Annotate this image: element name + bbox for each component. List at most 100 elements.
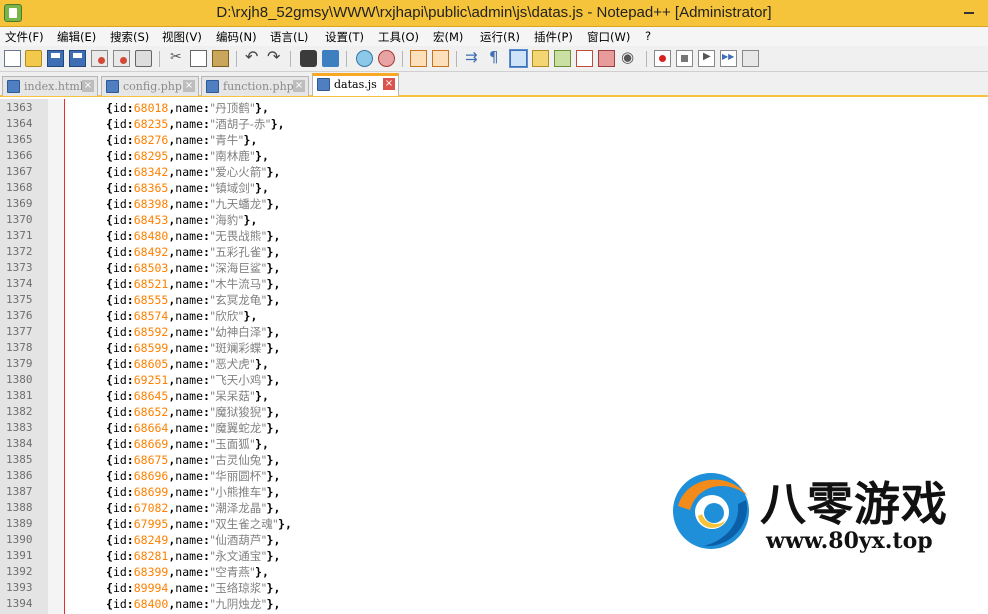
tab-close-icon[interactable]: × [183, 80, 195, 92]
sync-vertical-icon[interactable] [410, 50, 427, 67]
tab-close-icon[interactable]: × [293, 80, 305, 92]
code-line[interactable]: 1366 {id:68295,name:"南林鹿"}, [0, 148, 988, 164]
code-line[interactable]: 1393 {id:89994,name:"玉络琼浆"}, [0, 580, 988, 596]
line-number: 1388 [6, 501, 33, 514]
monitoring-icon[interactable] [620, 48, 637, 67]
code-line[interactable]: 1369 {id:68398,name:"九天蟠龙"}, [0, 196, 988, 212]
user-defined-language-icon[interactable] [532, 50, 549, 67]
menu-item-9[interactable]: 运行(R) [480, 29, 520, 45]
new-file-icon[interactable] [4, 50, 21, 67]
item-id-value: 68249 [133, 533, 169, 547]
code-line[interactable]: 1384 {id:68669,name:"玉面狐"}, [0, 436, 988, 452]
code-line[interactable]: 1376 {id:68574,name:"欣欣"}, [0, 308, 988, 324]
open-file-icon[interactable] [25, 50, 42, 67]
tab-close-icon[interactable]: × [82, 80, 94, 92]
function-list-icon[interactable] [576, 50, 593, 67]
close-all-icon[interactable] [113, 50, 130, 67]
code-line[interactable]: 1372 {id:68492,name:"五彩孔雀"}, [0, 244, 988, 260]
syntax-token: { [106, 501, 113, 515]
save-all-icon[interactable] [69, 50, 86, 67]
minimize-button[interactable] [958, 4, 980, 22]
syntax-token: { [106, 117, 113, 131]
replace-icon[interactable] [322, 50, 339, 67]
code-line[interactable]: 1377 {id:68592,name:"幼神白泽"}, [0, 324, 988, 340]
menu-item-6[interactable]: 设置(T) [325, 29, 364, 45]
code-line[interactable]: 1371 {id:68480,name:"无畏战熊"}, [0, 228, 988, 244]
syntax-token: name [175, 101, 203, 115]
stop-recording-icon[interactable] [676, 50, 693, 67]
item-name-value: 五彩孔雀 [215, 245, 262, 259]
code-line[interactable]: 1392 {id:68399,name:"空青燕"}, [0, 564, 988, 580]
syntax-token: : [203, 389, 210, 403]
item-name-value: 仙酒葫芦 [215, 533, 262, 547]
syntax-token: name [175, 197, 203, 211]
paste-icon[interactable] [212, 50, 229, 67]
code-line[interactable]: 1383 {id:68664,name:"魔翼蛇龙"}, [0, 420, 988, 436]
folder-as-workspace-icon[interactable] [598, 50, 615, 67]
code-text: {id:68398,name:"九天蟠龙"}, [106, 196, 280, 212]
save-macro-icon[interactable] [742, 50, 759, 67]
code-line[interactable]: 1367 {id:68342,name:"爱心火箭"}, [0, 164, 988, 180]
show-all-chars-icon[interactable] [486, 48, 503, 67]
code-line[interactable]: 1379 {id:68605,name:"恶犬虎"}, [0, 356, 988, 372]
tab-function-php[interactable]: function.php × [201, 76, 309, 96]
tab-datas-js[interactable]: datas.js × [312, 73, 399, 96]
code-line[interactable]: 1378 {id:68599,name:"斑斓彩蝶"}, [0, 340, 988, 356]
indent-guide-icon[interactable] [509, 49, 528, 68]
syntax-token: { [106, 213, 113, 227]
menu-item-1[interactable]: 编辑(E) [57, 29, 96, 45]
syntax-token: : [126, 117, 134, 131]
word-wrap-icon[interactable] [464, 48, 481, 67]
menu-item-12[interactable]: ? [645, 29, 651, 43]
syntax-token: { [106, 133, 113, 147]
code-text: {id:68281,name:"永文通宝"}, [106, 548, 280, 564]
cut-icon[interactable] [168, 49, 185, 67]
menu-item-2[interactable]: 搜索(S) [110, 29, 149, 45]
document-map-icon[interactable] [554, 50, 571, 67]
code-line[interactable]: 1380 {id:69251,name:"飞天小鸡"}, [0, 372, 988, 388]
code-text: {id:68453,name:"海豹"}, [106, 212, 257, 228]
menu-item-7[interactable]: 工具(O) [378, 29, 419, 45]
line-number: 1384 [6, 437, 33, 450]
zoom-in-icon[interactable] [356, 50, 373, 67]
code-line[interactable]: 1394 {id:68400,name:"九阴烛龙"}, [0, 596, 988, 612]
zoom-out-icon[interactable] [378, 50, 395, 67]
menu-item-8[interactable]: 宏(M) [433, 29, 463, 45]
undo-icon[interactable] [244, 47, 261, 67]
code-line[interactable]: 1364 {id:68235,name:"酒胡子-赤"}, [0, 116, 988, 132]
menu-item-0[interactable]: 文件(F) [5, 29, 44, 45]
code-line[interactable]: 1368 {id:68365,name:"镇域剑"}, [0, 180, 988, 196]
menu-item-4[interactable]: 编码(N) [216, 29, 257, 45]
record-macro-icon[interactable] [654, 50, 671, 67]
tab-index-html[interactable]: index.html × [2, 76, 98, 96]
close-icon[interactable] [91, 50, 108, 67]
menu-item-11[interactable]: 窗口(W) [587, 29, 630, 45]
copy-icon[interactable] [190, 50, 207, 67]
code-line[interactable]: 1375 {id:68555,name:"玄冥龙龟"}, [0, 292, 988, 308]
line-tail: }, [266, 261, 281, 275]
code-line[interactable]: 1382 {id:68652,name:"魔狱狻猊"}, [0, 404, 988, 420]
code-line[interactable]: 1381 {id:68645,name:"呆呆菇"}, [0, 388, 988, 404]
tab-config-php[interactable]: config.php × [101, 76, 199, 96]
toolbar-separator [346, 51, 347, 67]
find-icon[interactable] [300, 50, 317, 67]
code-line[interactable]: 1374 {id:68521,name:"木牛流马"}, [0, 276, 988, 292]
syntax-token: { [106, 565, 113, 579]
sync-horizontal-icon[interactable] [432, 50, 449, 67]
redo-icon[interactable] [266, 47, 283, 67]
code-line[interactable]: 1373 {id:68503,name:"深海巨鲨"}, [0, 260, 988, 276]
tab-close-icon[interactable]: × [383, 78, 395, 90]
save-icon[interactable] [47, 50, 64, 67]
menu-item-3[interactable]: 视图(V) [162, 29, 202, 45]
code-line[interactable]: 1363 {id:68018,name:"丹顶鹤"}, [0, 100, 988, 116]
code-line[interactable]: 1370 {id:68453,name:"海豹"}, [0, 212, 988, 228]
playback-icon[interactable] [698, 50, 715, 67]
item-name-value: 玉面狐 [215, 437, 250, 451]
item-id-value: 68400 [133, 597, 169, 611]
line-number: 1382 [6, 405, 33, 418]
code-line[interactable]: 1365 {id:68276,name:"青牛"}, [0, 132, 988, 148]
menu-item-10[interactable]: 插件(P) [534, 29, 573, 45]
run-macro-multiple-icon[interactable] [720, 50, 737, 67]
print-icon[interactable] [135, 50, 152, 67]
menu-item-5[interactable]: 语言(L) [270, 29, 308, 45]
